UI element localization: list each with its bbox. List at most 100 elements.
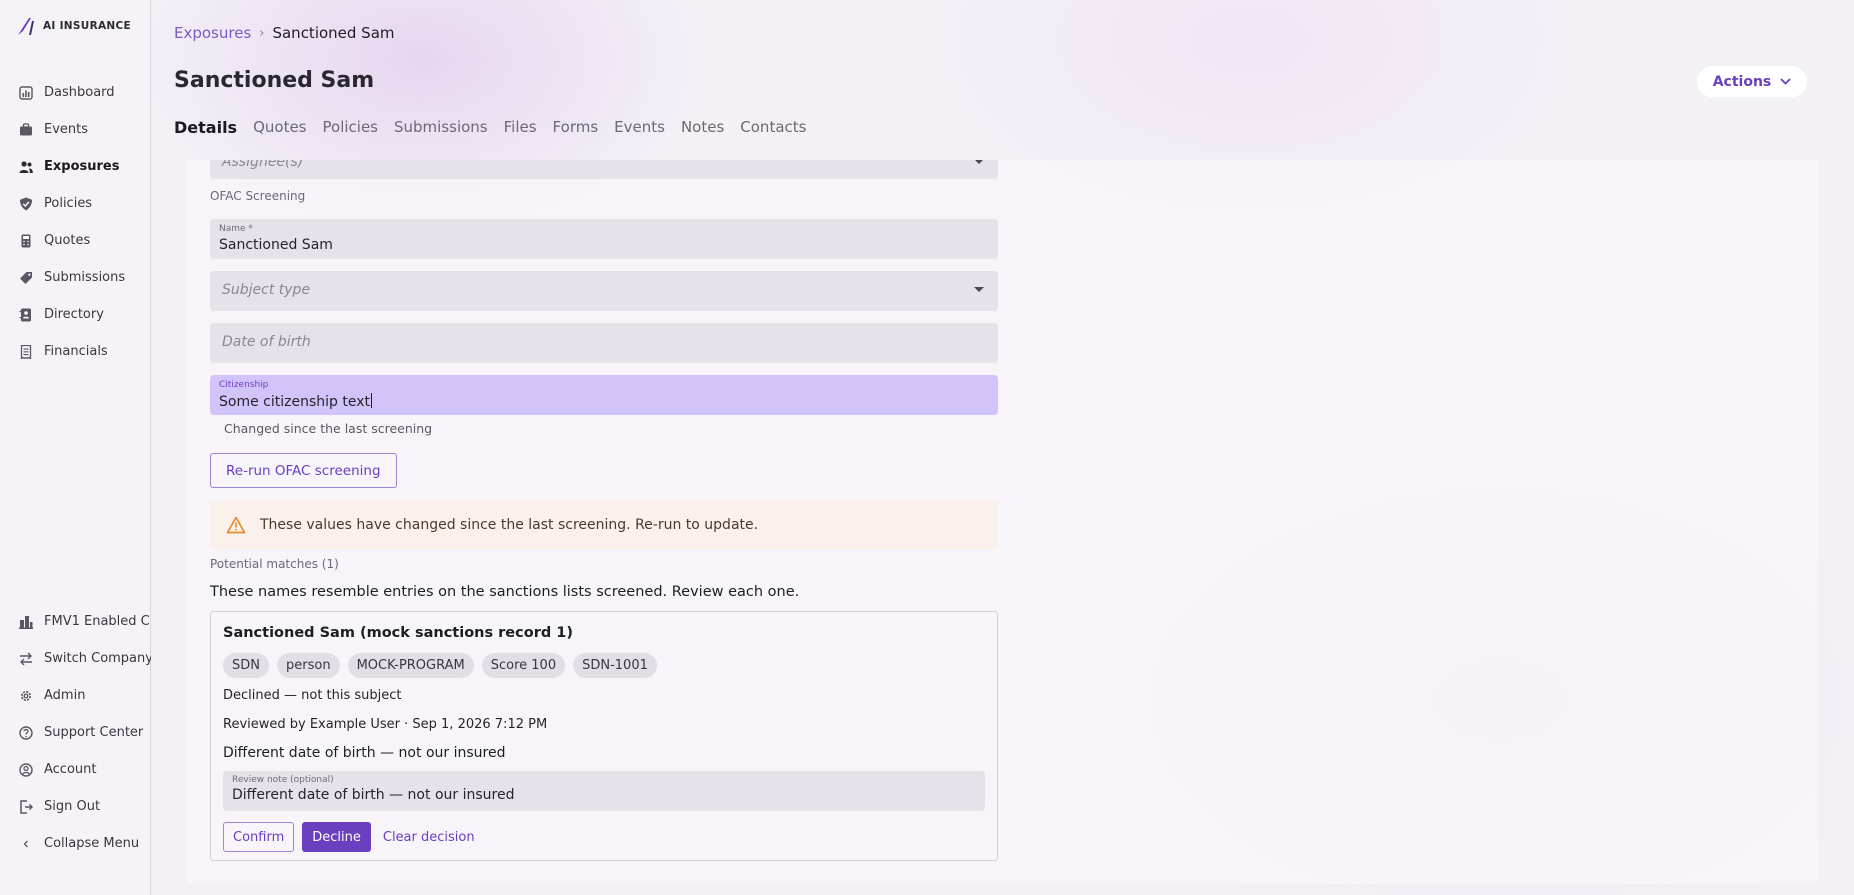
details-card: Assignee(s) OFAC Screening Name * Sancti… (185, 160, 1818, 884)
sidebar-nav: Dashboard Events Exposures Policies Quot… (0, 74, 151, 370)
tab-events[interactable]: Events (614, 118, 665, 137)
name-field-label: Name * (219, 224, 253, 234)
actions-button[interactable]: Actions (1697, 66, 1807, 97)
tab-details[interactable]: Details (174, 118, 237, 137)
logo-text: AI INSURANCE (43, 20, 131, 32)
potential-matches-description: These names resemble entries on the sanc… (210, 584, 800, 600)
sidebar-item-label: Exposures (44, 159, 120, 174)
logo-icon (18, 18, 34, 35)
sidebar-item-directory[interactable]: Directory (0, 296, 151, 333)
review-note-value: Different date of birth — not our insure… (232, 787, 515, 803)
caret-down-icon (974, 160, 984, 164)
page-title: Sanctioned Sam (174, 68, 375, 93)
collapse-menu-label: Collapse Menu (44, 836, 140, 851)
gear-icon (21, 690, 31, 701)
subject-type-select[interactable]: Subject type (210, 271, 998, 311)
chevron-down-icon (1780, 78, 1791, 85)
match-chips: SDN person MOCK-PROGRAM Score 100 SDN-10… (223, 653, 657, 678)
sidebar-item-label: Events (44, 122, 89, 137)
switch-company-button[interactable]: Switch Company (0, 640, 151, 677)
sidebar-bottom: FMV1 Enabled C... Switch Company Admin S… (0, 603, 151, 862)
tab-submissions[interactable]: Submissions (394, 118, 488, 137)
chevron-right-icon: › (259, 25, 265, 41)
assignee-placeholder: Assignee(s) (222, 160, 304, 170)
actions-label: Actions (1712, 73, 1772, 90)
sidebar-item-policies[interactable]: Policies (0, 185, 151, 222)
tab-bar: Details Quotes Policies Submissions File… (174, 118, 822, 137)
breadcrumb-current: Sanctioned Sam (272, 24, 395, 42)
date-of-birth-field[interactable]: Date of birth (210, 323, 998, 363)
citizenship-helper-text: Changed since the last screening (224, 421, 433, 436)
tab-quotes[interactable]: Quotes (253, 118, 306, 137)
citizenship-field-label: Citizenship (219, 380, 269, 390)
company-name: FMV1 Enabled C... (44, 614, 151, 629)
match-status: Declined — not this subject (223, 688, 402, 703)
decision-buttons: Confirm Decline Clear decision (223, 822, 479, 852)
address-book-icon (19, 308, 31, 321)
admin-label: Admin (44, 688, 86, 703)
caret-down-icon (974, 287, 984, 292)
switch-company-label: Switch Company (44, 651, 151, 666)
tab-forms[interactable]: Forms (553, 118, 599, 137)
assignee-select[interactable]: Assignee(s) (210, 160, 998, 179)
citizenship-field[interactable]: Citizenship Some citizenship text (210, 375, 998, 415)
tab-notes[interactable]: Notes (681, 118, 724, 137)
sign-out-label: Sign Out (44, 799, 101, 814)
collapse-menu-button[interactable]: Collapse Menu (0, 825, 151, 862)
date-of-birth-placeholder: Date of birth (222, 334, 311, 350)
clear-decision-button[interactable]: Clear decision (379, 830, 479, 845)
chip-type: person (277, 653, 340, 678)
warning-icon (226, 516, 246, 534)
sidebar-item-label: Financials (44, 344, 108, 359)
shield-check-icon (20, 197, 32, 210)
sidebar-item-label: Quotes (44, 233, 91, 248)
receipt-icon (20, 344, 32, 359)
swap-icon (20, 652, 32, 665)
subject-type-placeholder: Subject type (222, 282, 311, 298)
text-cursor (370, 393, 372, 408)
match-review-note-display: Different date of birth — not our insure… (223, 745, 506, 761)
admin-link[interactable]: Admin (0, 677, 151, 714)
support-center-label: Support Center (44, 725, 144, 740)
sidebar-item-submissions[interactable]: Submissions (0, 259, 151, 296)
confirm-button[interactable]: Confirm (223, 822, 295, 852)
chip-score: Score 100 (481, 653, 566, 678)
briefcase-icon (20, 122, 32, 135)
citizenship-field-value: Some citizenship text (219, 393, 372, 410)
name-field[interactable]: Name * Sanctioned Sam (210, 219, 998, 259)
sidebar-item-label: Directory (44, 307, 104, 322)
user-circle-icon (19, 762, 33, 777)
sidebar-item-financials[interactable]: Financials (0, 333, 151, 370)
chart-icon (19, 85, 33, 100)
sign-out-button[interactable]: Sign Out (0, 788, 151, 825)
sidebar-item-label: Dashboard (44, 85, 115, 100)
chevron-left-icon (23, 840, 28, 847)
tab-files[interactable]: Files (504, 118, 537, 137)
chip-program: MOCK-PROGRAM (347, 653, 474, 678)
changed-values-warning: These values have changed since the last… (210, 500, 998, 550)
sidebar-item-exposures[interactable]: Exposures (0, 148, 151, 185)
match-title: Sanctioned Sam (mock sanctions record 1) (223, 625, 573, 641)
sidebar-item-quotes[interactable]: Quotes (0, 222, 151, 259)
decline-button[interactable]: Decline (302, 822, 371, 852)
sidebar: AI INSURANCE Dashboard Events Exposures … (0, 0, 151, 895)
tab-policies[interactable]: Policies (323, 118, 378, 137)
breadcrumb: Exposures › Sanctioned Sam (174, 24, 395, 42)
calculator-icon (21, 234, 31, 247)
app-logo[interactable]: AI INSURANCE (16, 15, 131, 37)
sidebar-item-events[interactable]: Events (0, 111, 151, 148)
chip-list: SDN (223, 653, 269, 678)
rerun-ofac-button[interactable]: Re-run OFAC screening (210, 453, 397, 488)
sidebar-item-dashboard[interactable]: Dashboard (0, 74, 151, 111)
company-switcher-current[interactable]: FMV1 Enabled C... (0, 603, 151, 640)
potential-matches-heading: Potential matches (1) (210, 557, 339, 571)
support-center-link[interactable]: Support Center (0, 714, 151, 751)
sidebar-item-label: Submissions (44, 270, 126, 285)
account-link[interactable]: Account (0, 751, 151, 788)
review-note-field[interactable]: Review note (optional) Different date of… (223, 771, 985, 811)
chip-record-id: SDN-1001 (573, 653, 657, 678)
match-card: Sanctioned Sam (mock sanctions record 1)… (210, 611, 998, 861)
tab-contacts[interactable]: Contacts (740, 118, 806, 137)
breadcrumb-exposures-link[interactable]: Exposures (174, 24, 251, 42)
sign-out-icon (20, 799, 33, 814)
